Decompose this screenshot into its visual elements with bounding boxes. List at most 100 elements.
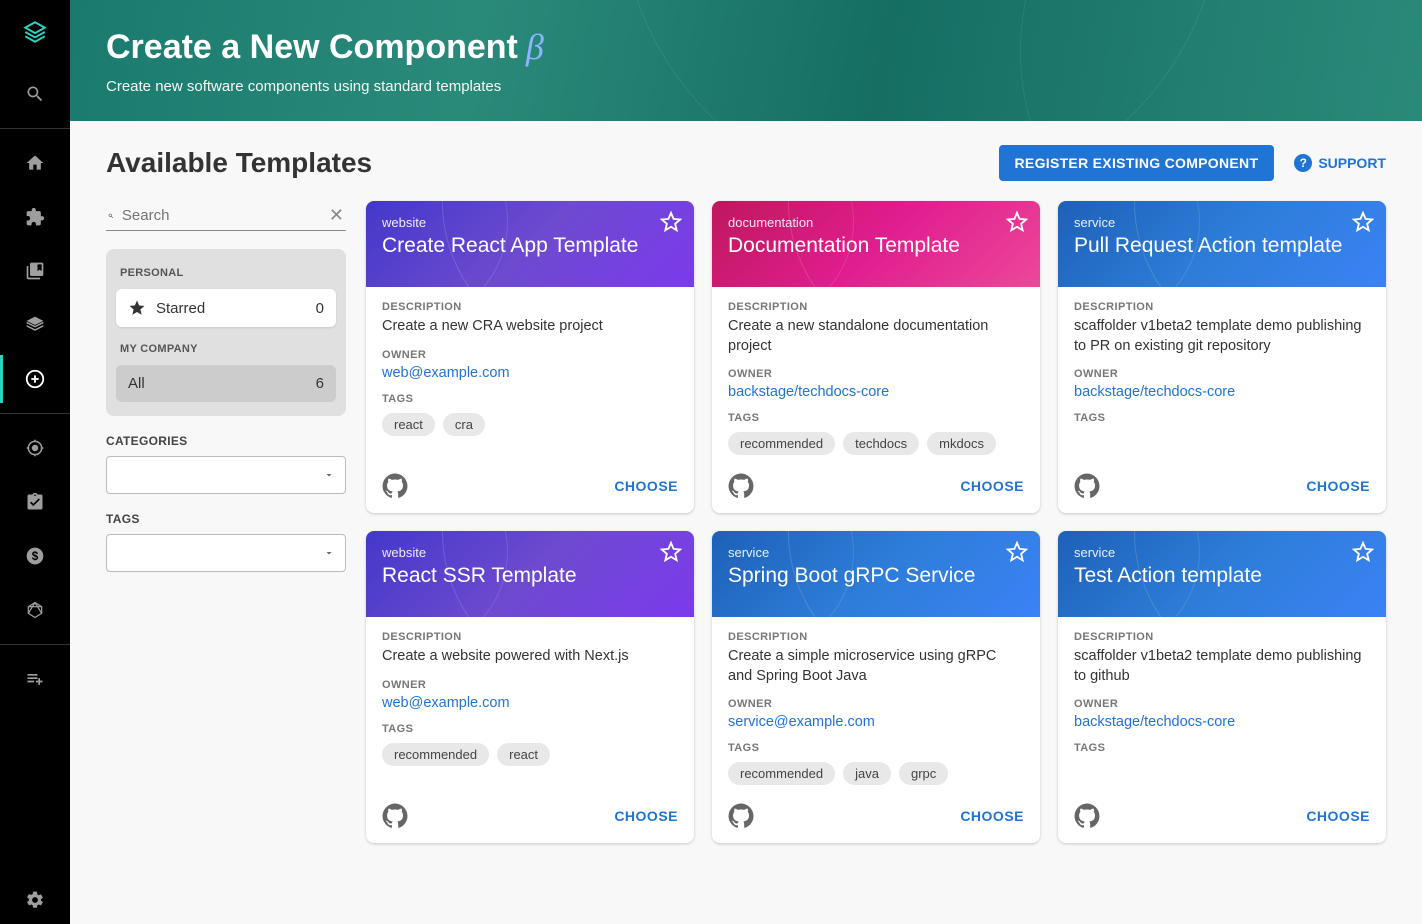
sidebar-add-shortcut[interactable] bbox=[0, 655, 70, 703]
categories-filter: CATEGORIES bbox=[106, 434, 346, 494]
tag: techdocs bbox=[843, 432, 919, 455]
tag: cra bbox=[443, 413, 485, 436]
card-type: service bbox=[1074, 215, 1370, 230]
tag: recommended bbox=[728, 762, 835, 785]
description-label: DESCRIPTION bbox=[382, 631, 678, 643]
card-owner-link[interactable]: web@example.com bbox=[382, 365, 678, 381]
card-body: DESCRIPTION scaffolder v1beta2 template … bbox=[1058, 617, 1386, 793]
star-button[interactable] bbox=[1352, 211, 1374, 233]
star-icon bbox=[128, 299, 146, 317]
card-header: service Pull Request Action template bbox=[1058, 201, 1386, 287]
card-type: service bbox=[728, 545, 1024, 560]
github-icon[interactable] bbox=[382, 803, 408, 829]
github-icon[interactable] bbox=[1074, 803, 1100, 829]
star-button[interactable] bbox=[1006, 211, 1028, 233]
tag: recommended bbox=[728, 432, 835, 455]
card-footer: CHOOSE bbox=[712, 793, 1040, 843]
card-owner-link[interactable]: service@example.com bbox=[728, 714, 1024, 730]
github-icon[interactable] bbox=[382, 473, 408, 499]
tags-filter: TAGS bbox=[106, 512, 346, 572]
card-title: Documentation Template bbox=[728, 234, 1024, 258]
card-owner-link[interactable]: backstage/techdocs-core bbox=[728, 384, 1024, 400]
card-footer: CHOOSE bbox=[712, 463, 1040, 513]
card-tags: recommended techdocs mkdocs bbox=[728, 432, 1024, 455]
tags-label: TAGS bbox=[1074, 742, 1370, 754]
filter-starred[interactable]: Starred 0 bbox=[116, 289, 336, 327]
categories-dropdown[interactable] bbox=[106, 456, 346, 494]
description-label: DESCRIPTION bbox=[382, 301, 678, 313]
sidebar-create[interactable] bbox=[0, 355, 70, 403]
tags-label: TAGS bbox=[1074, 412, 1370, 424]
sidebar-settings[interactable] bbox=[0, 876, 70, 924]
tags-label: TAGS bbox=[382, 723, 678, 735]
template-cards-grid: website Create React App Template DESCRI… bbox=[366, 201, 1386, 843]
card-description: scaffolder v1beta2 template demo publish… bbox=[1074, 317, 1370, 356]
card-owner-link[interactable]: backstage/techdocs-core bbox=[1074, 714, 1370, 730]
tag: java bbox=[843, 762, 891, 785]
card-owner-link[interactable]: web@example.com bbox=[382, 695, 678, 711]
star-button[interactable] bbox=[660, 211, 682, 233]
tags-label: TAGS bbox=[382, 393, 678, 405]
star-button[interactable] bbox=[660, 541, 682, 563]
description-label: DESCRIPTION bbox=[728, 301, 1024, 313]
choose-button[interactable]: CHOOSE bbox=[1306, 478, 1370, 494]
github-icon[interactable] bbox=[1074, 473, 1100, 499]
sidebar-extensions[interactable] bbox=[0, 193, 70, 241]
sidebar-search[interactable] bbox=[0, 70, 70, 118]
sidebar-radar[interactable] bbox=[0, 424, 70, 472]
company-label: MY COMPANY bbox=[120, 343, 332, 355]
sidebar-graphql[interactable] bbox=[0, 586, 70, 634]
register-existing-button[interactable]: REGISTER EXISTING COMPONENT bbox=[999, 145, 1275, 181]
card-body: DESCRIPTION Create a new standalone docu… bbox=[712, 287, 1040, 463]
support-link[interactable]: ? SUPPORT bbox=[1294, 154, 1386, 172]
template-card: service Test Action template DESCRIPTION… bbox=[1058, 531, 1386, 843]
template-card: website React SSR Template DESCRIPTION C… bbox=[366, 531, 694, 843]
star-button[interactable] bbox=[1352, 541, 1374, 563]
star-button[interactable] bbox=[1006, 541, 1028, 563]
card-description: Create a simple microservice using gRPC … bbox=[728, 647, 1024, 686]
svg-text:$: $ bbox=[32, 550, 39, 563]
sidebar-home[interactable] bbox=[0, 139, 70, 187]
chevron-down-icon bbox=[323, 547, 335, 559]
page-title: Create a New Component β bbox=[106, 26, 1386, 68]
page-subtitle: Create new software components using sta… bbox=[106, 78, 1386, 95]
clear-search-icon[interactable]: ✕ bbox=[329, 205, 344, 226]
tags-dropdown[interactable] bbox=[106, 534, 346, 572]
sidebar-cost[interactable]: $ bbox=[0, 532, 70, 580]
layers-icon bbox=[25, 315, 45, 335]
owner-label: OWNER bbox=[382, 349, 678, 361]
choose-button[interactable]: CHOOSE bbox=[960, 808, 1024, 824]
sidebar-layers[interactable] bbox=[0, 301, 70, 349]
github-icon[interactable] bbox=[728, 473, 754, 499]
graphql-icon bbox=[25, 600, 45, 620]
choose-button[interactable]: CHOOSE bbox=[1306, 808, 1370, 824]
section-title: Available Templates bbox=[106, 147, 372, 179]
tag: recommended bbox=[382, 743, 489, 766]
card-title: Create React App Template bbox=[382, 234, 678, 258]
github-icon[interactable] bbox=[728, 803, 754, 829]
template-card: website Create React App Template DESCRI… bbox=[366, 201, 694, 513]
main-content: Create a New Component β Create new soft… bbox=[70, 0, 1422, 924]
card-title: React SSR Template bbox=[382, 564, 678, 588]
filter-all[interactable]: All 6 bbox=[116, 365, 336, 402]
choose-button[interactable]: CHOOSE bbox=[614, 808, 678, 824]
clipboard-icon bbox=[25, 492, 45, 512]
owner-label: OWNER bbox=[382, 679, 678, 691]
filter-groups: PERSONAL Starred 0 MY COMPANY All bbox=[106, 249, 346, 416]
tag: react bbox=[497, 743, 550, 766]
sidebar-docs[interactable] bbox=[0, 247, 70, 295]
template-card: documentation Documentation Template DES… bbox=[712, 201, 1040, 513]
search-input[interactable] bbox=[122, 207, 321, 224]
tag: mkdocs bbox=[927, 432, 996, 455]
choose-button[interactable]: CHOOSE bbox=[960, 478, 1024, 494]
card-type: service bbox=[1074, 545, 1370, 560]
card-tags: recommendedjavagrpc bbox=[728, 762, 1024, 785]
card-header: website React SSR Template bbox=[366, 531, 694, 617]
sidebar-tasks[interactable] bbox=[0, 478, 70, 526]
app-logo-icon[interactable] bbox=[21, 18, 49, 46]
card-body: DESCRIPTION Create a website powered wit… bbox=[366, 617, 694, 793]
add-circle-icon bbox=[24, 368, 46, 390]
search-field[interactable]: ✕ bbox=[106, 201, 346, 231]
card-owner-link[interactable]: backstage/techdocs-core bbox=[1074, 384, 1370, 400]
choose-button[interactable]: CHOOSE bbox=[614, 478, 678, 494]
